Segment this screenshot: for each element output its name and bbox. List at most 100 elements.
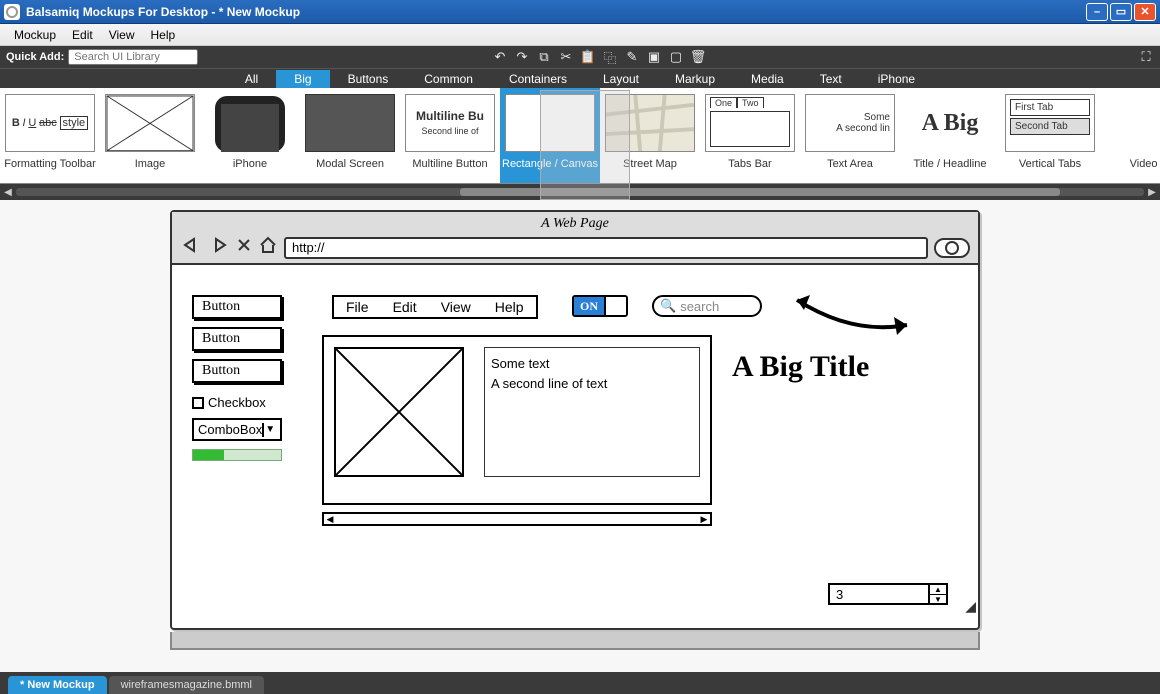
menubar-widget[interactable]: File Edit View Help xyxy=(332,295,538,319)
combobox-widget[interactable]: ComboBox▼ xyxy=(192,418,282,441)
content-box-widget[interactable]: Some text A second line of text xyxy=(322,335,712,505)
cut-icon[interactable]: ✂ xyxy=(558,49,574,65)
scroll-right-icon[interactable]: ▶ xyxy=(698,514,710,524)
lib-iphone[interactable]: iPhone xyxy=(200,88,300,183)
lib-street-map[interactable]: Street Map xyxy=(600,88,700,183)
app-icon xyxy=(4,4,20,20)
lib-title-headline[interactable]: A Big Title / Headline xyxy=(900,88,1000,183)
library-scrollbar[interactable]: ◀ ▶ xyxy=(0,184,1160,200)
scroll-right-icon[interactable]: ▶ xyxy=(1146,186,1158,198)
lib-video-player[interactable]: Video Pl xyxy=(1100,88,1160,183)
cat-buttons[interactable]: Buttons xyxy=(330,70,407,88)
menu-view2[interactable]: View xyxy=(429,297,483,317)
group-icon[interactable]: ▣ xyxy=(646,49,662,65)
button-widget-1[interactable]: Button xyxy=(192,295,282,319)
doc-tab-wireframes[interactable]: wireframesmagazine.bmml xyxy=(109,676,264,694)
button-widget-3[interactable]: Button xyxy=(192,359,282,383)
ui-library: B I U abc style Formatting Toolbar Image… xyxy=(0,88,1160,184)
stepper-up-icon[interactable]: ▲ xyxy=(930,585,946,595)
horizontal-scrollbar-widget[interactable]: ◀ ▶ xyxy=(322,512,712,526)
search-icon: 🔍 xyxy=(660,298,676,314)
mockup-canvas[interactable]: A Web Page http:// Button Button Button … xyxy=(0,200,1160,672)
menu-edit[interactable]: Edit xyxy=(64,26,101,44)
fullscreen-icon[interactable]: ⛶ xyxy=(1138,49,1154,65)
close-button[interactable]: ✕ xyxy=(1134,3,1156,21)
stepper-down-icon[interactable]: ▼ xyxy=(930,595,946,604)
cat-big[interactable]: Big xyxy=(276,70,329,88)
copy-icon[interactable]: ⧉ xyxy=(536,49,552,65)
home-icon[interactable] xyxy=(258,236,278,259)
menu-help2[interactable]: Help xyxy=(483,297,536,317)
image-placeholder-widget[interactable] xyxy=(334,347,464,477)
thumb-formatting-toolbar: B I U abc style xyxy=(5,94,95,152)
quick-add-label: Quick Add: xyxy=(6,51,64,63)
scroll-handle[interactable] xyxy=(460,188,1060,196)
numeric-stepper-widget[interactable]: 3 ▲ ▼ xyxy=(828,583,948,605)
menu-file[interactable]: File xyxy=(334,297,381,317)
redo-icon[interactable]: ↷ xyxy=(514,49,530,65)
go-button[interactable] xyxy=(934,238,970,258)
lib-text-area[interactable]: SomeA second lin Text Area xyxy=(800,88,900,183)
undo-icon[interactable]: ↶ xyxy=(492,49,508,65)
browser-window-widget[interactable]: A Web Page http:// Button Button Button … xyxy=(170,210,980,630)
paste-icon[interactable]: 📋 xyxy=(580,49,596,65)
thumb-rectangle xyxy=(505,94,595,152)
cat-markup[interactable]: Markup xyxy=(657,70,733,88)
page-title: A Web Page xyxy=(180,216,970,232)
thumb-map xyxy=(605,94,695,152)
lib-tabs-bar[interactable]: OneTwo Tabs Bar xyxy=(700,88,800,183)
lock-icon[interactable]: ✎ xyxy=(624,49,640,65)
big-title-widget[interactable]: A Big Title xyxy=(732,350,869,384)
checkbox-widget[interactable]: Checkbox xyxy=(192,395,282,410)
lib-vertical-tabs[interactable]: First TabSecond Tab Vertical Tabs xyxy=(1000,88,1100,183)
lib-label: iPhone xyxy=(233,158,267,170)
cat-media[interactable]: Media xyxy=(733,70,802,88)
double-arrow-icon[interactable] xyxy=(782,285,922,350)
quick-add-input[interactable] xyxy=(68,49,198,65)
menu-mockup[interactable]: Mockup xyxy=(6,26,64,44)
button-widget-2[interactable]: Button xyxy=(192,327,282,351)
thumb-iphone xyxy=(205,94,295,152)
toggle-handle xyxy=(604,297,626,315)
ungroup-icon[interactable]: ▢ xyxy=(668,49,684,65)
stepper-value[interactable]: 3 xyxy=(830,585,928,603)
lib-label: Modal Screen xyxy=(316,158,384,170)
cat-common[interactable]: Common xyxy=(406,70,491,88)
cat-all[interactable]: All xyxy=(227,70,276,88)
lib-modal-screen[interactable]: Modal Screen xyxy=(300,88,400,183)
cat-iphone[interactable]: iPhone xyxy=(860,70,933,88)
cat-text[interactable]: Text xyxy=(802,70,860,88)
lib-multiline-button[interactable]: Multiline BuSecond line of Multiline But… xyxy=(400,88,500,183)
document-tabs: * New Mockup wireframesmagazine.bmml xyxy=(0,672,1160,694)
thumb-video xyxy=(1105,94,1160,152)
dropdown-arrow-icon: ▼ xyxy=(262,423,276,437)
doc-tab-new-mockup[interactable]: * New Mockup xyxy=(8,676,107,694)
lib-label: Video Pl xyxy=(1130,158,1160,170)
duplicate-icon[interactable]: ⿻ xyxy=(602,49,618,65)
url-field[interactable]: http:// xyxy=(284,237,928,259)
back-icon[interactable] xyxy=(180,236,202,259)
lib-label: Multiline Button xyxy=(412,158,487,170)
cat-layout[interactable]: Layout xyxy=(585,70,657,88)
text-area-widget[interactable]: Some text A second line of text xyxy=(484,347,700,477)
menu-edit2[interactable]: Edit xyxy=(381,297,429,317)
search-widget[interactable]: 🔍 search xyxy=(652,295,762,317)
menu-view[interactable]: View xyxy=(101,26,143,44)
browser-body: Button Button Button Checkbox ComboBox▼ … xyxy=(172,265,978,617)
menu-help[interactable]: Help xyxy=(143,26,184,44)
category-tabs: All Big Buttons Common Containers Layout… xyxy=(0,68,1160,88)
lib-image[interactable]: Image xyxy=(100,88,200,183)
lib-rectangle[interactable]: Rectangle / Canvas xyxy=(500,88,600,183)
progress-bar-widget[interactable] xyxy=(192,449,282,461)
stop-icon[interactable] xyxy=(236,237,252,258)
toggle-widget[interactable]: ON xyxy=(572,295,628,317)
resize-handle-icon[interactable]: ◢ xyxy=(965,598,976,615)
scroll-left-icon[interactable]: ◀ xyxy=(2,186,14,198)
minimize-button[interactable]: – xyxy=(1086,3,1108,21)
cat-containers[interactable]: Containers xyxy=(491,70,585,88)
lib-formatting-toolbar[interactable]: B I U abc style Formatting Toolbar xyxy=(0,88,100,183)
delete-icon[interactable]: 🗑 xyxy=(690,49,706,65)
scroll-left-icon[interactable]: ◀ xyxy=(324,514,336,524)
maximize-button[interactable]: ▭ xyxy=(1110,3,1132,21)
forward-icon[interactable] xyxy=(208,236,230,259)
